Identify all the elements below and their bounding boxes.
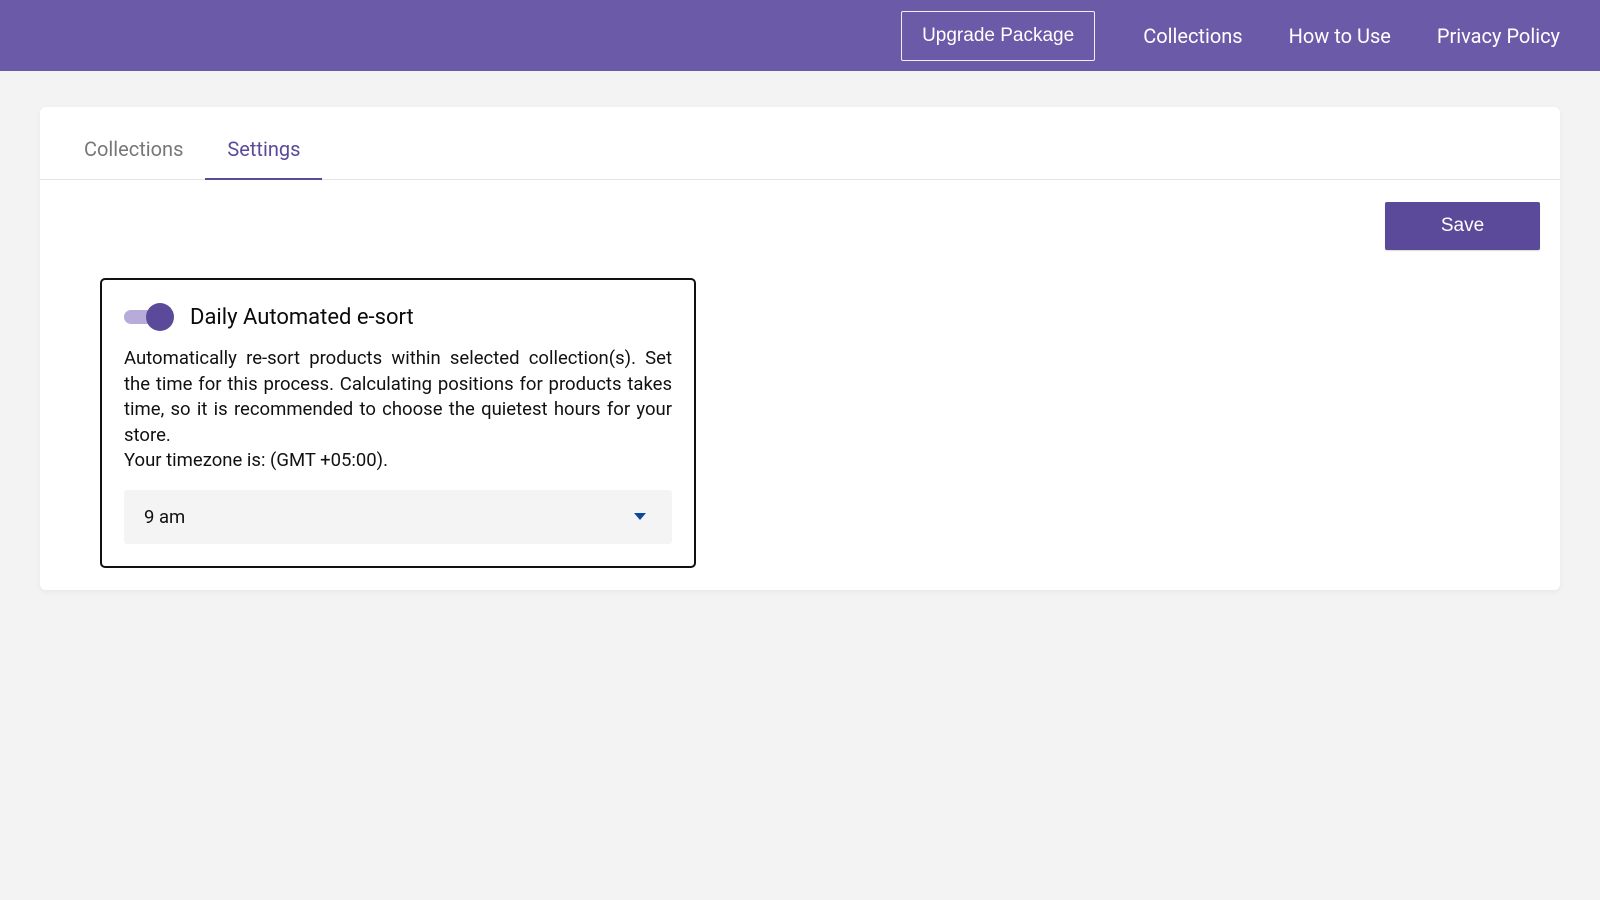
daily-esort-description: Automatically re-sort products within se… xyxy=(124,346,672,448)
save-button[interactable]: Save xyxy=(1385,202,1540,250)
daily-esort-time-value: 9 am xyxy=(144,506,185,528)
daily-esort-header: Daily Automated e-sort xyxy=(124,302,672,332)
nav-link-how-to-use[interactable]: How to Use xyxy=(1289,24,1391,48)
top-navbar: Upgrade Package Collections How to Use P… xyxy=(0,0,1600,71)
upgrade-package-button[interactable]: Upgrade Package xyxy=(901,11,1095,61)
settings-card: Collections Settings Save Daily Automate… xyxy=(40,107,1560,590)
daily-esort-timezone: Your timezone is: (GMT +05:00). xyxy=(124,448,672,474)
daily-esort-title: Daily Automated e-sort xyxy=(190,305,414,330)
tab-collections[interactable]: Collections xyxy=(84,137,183,179)
toggle-thumb xyxy=(146,303,174,331)
nav-link-collections[interactable]: Collections xyxy=(1143,24,1242,48)
save-row: Save xyxy=(40,180,1560,272)
caret-down-icon xyxy=(634,513,646,520)
daily-esort-panel: Daily Automated e-sort Automatically re-… xyxy=(100,278,696,568)
nav-link-privacy-policy[interactable]: Privacy Policy xyxy=(1437,24,1560,48)
tab-bar: Collections Settings xyxy=(40,107,1560,180)
tab-settings[interactable]: Settings xyxy=(227,137,300,179)
daily-esort-time-select[interactable]: 9 am xyxy=(124,490,672,544)
daily-esort-toggle[interactable] xyxy=(124,302,176,332)
